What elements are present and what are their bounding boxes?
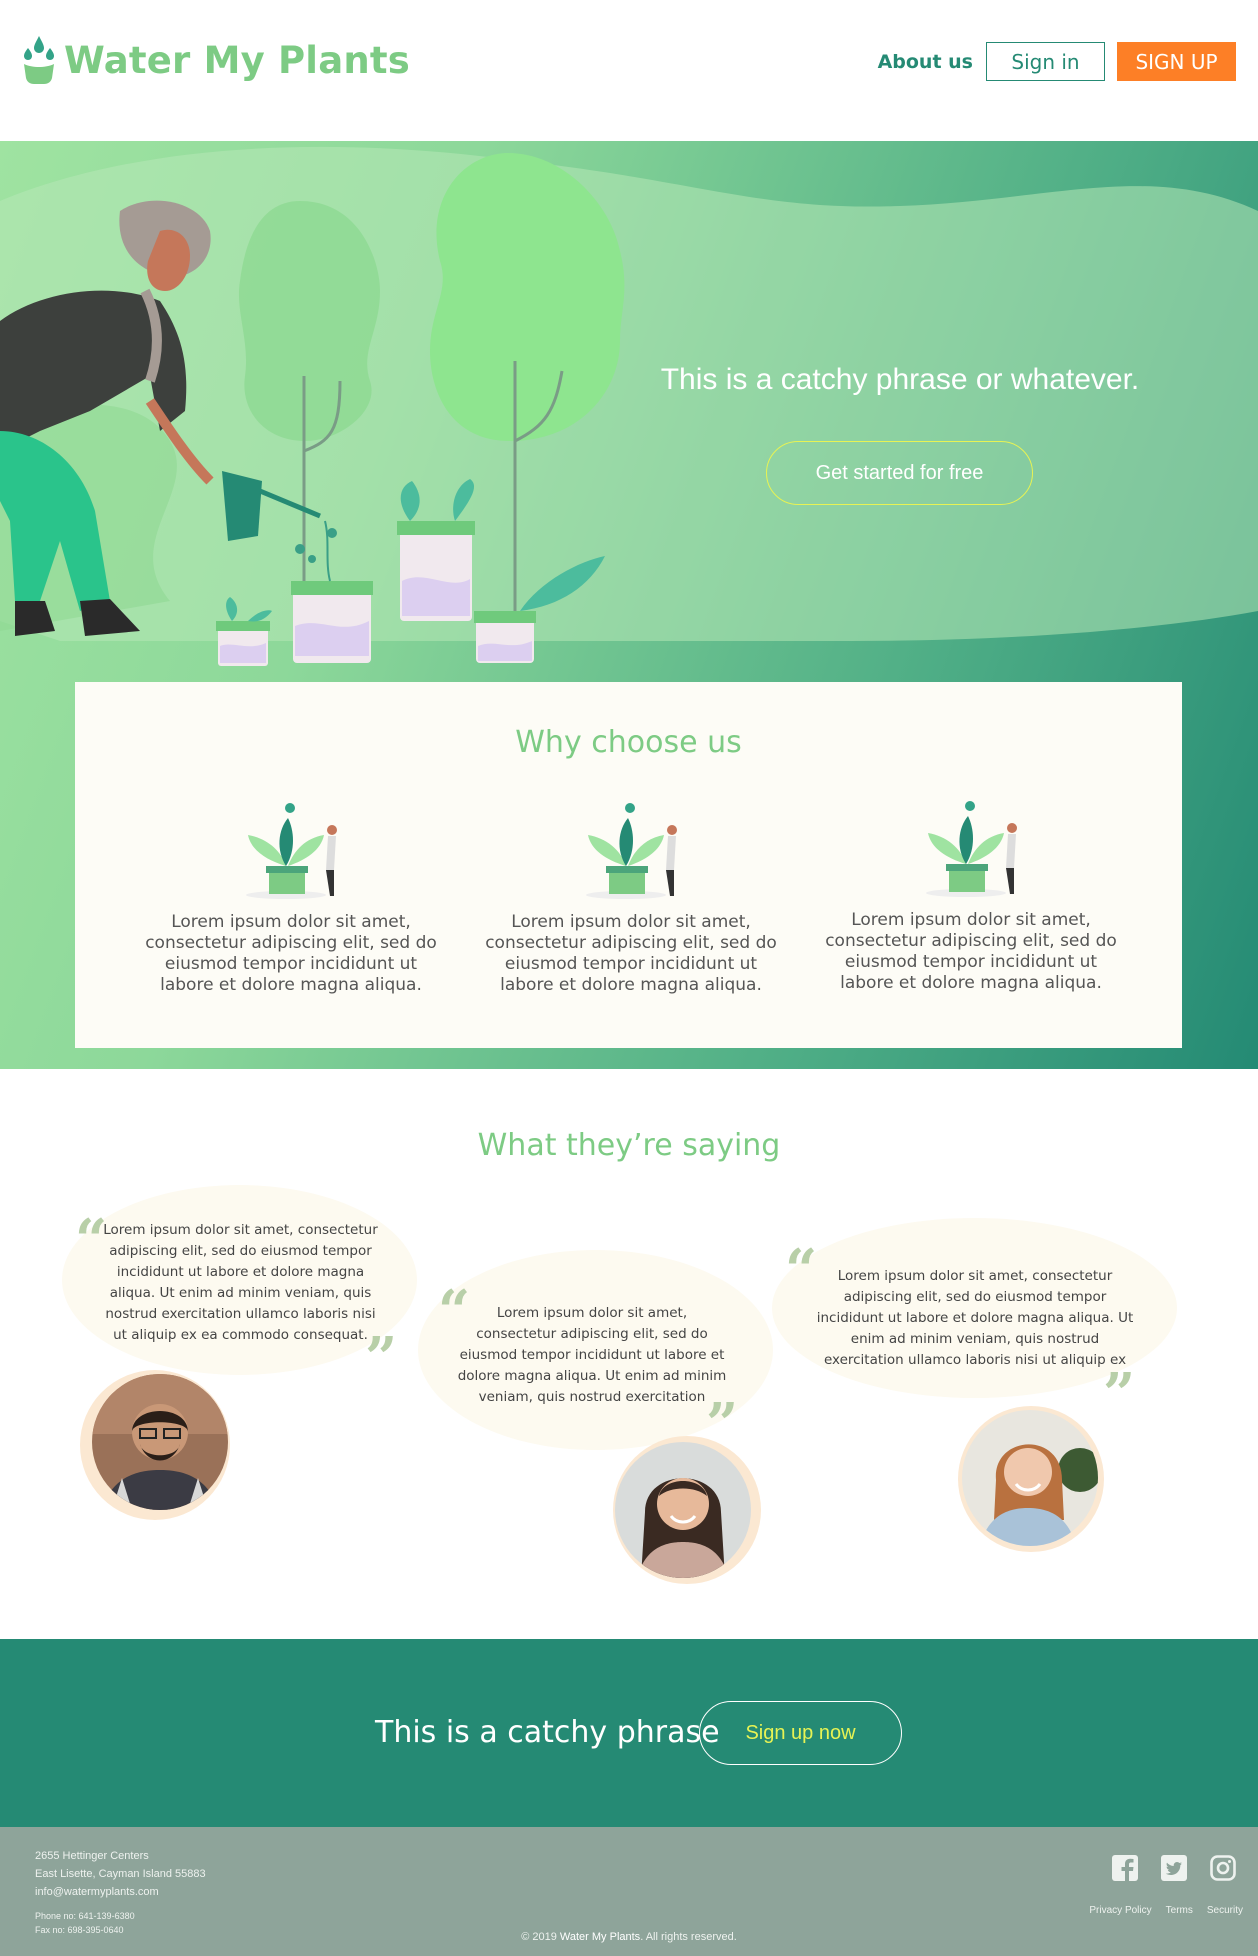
feature-text: Lorem ipsum dolor sit amet, consectetur … [825,910,1117,993]
copyright-brand: Water My Plants [559,1931,641,1943]
feature-card: Lorem ipsum dolor sit amet, consectetur … [481,800,781,996]
plant-illustration-icon [586,803,677,899]
instagram-icon[interactable] [1209,1854,1237,1882]
testimonial-text: Lorem ipsum dolor sit amet, consectetur … [457,1305,727,1405]
footer-links: Privacy Policy Terms Security [1075,1905,1243,1916]
plant-illustration-icon [926,801,1017,897]
facebook-icon[interactable] [1111,1854,1139,1882]
open-quote-icon: “ [785,1237,818,1303]
get-started-button[interactable]: Get started for free [766,441,1033,505]
copyright-suffix: . All rights reserved. [640,1931,737,1943]
close-quote-icon: ” [365,1325,398,1391]
brand-name: Water My Plants [64,38,411,82]
testimonials-title: What they’re saying [477,1128,781,1163]
copyright-prefix: © 2019 [521,1931,557,1943]
feature-card: Lorem ipsum dolor sit amet, consectetur … [141,800,441,996]
avatar-photo-woman [615,1442,751,1578]
phone-number: Phone no: 641-139-6380 [35,1911,135,1921]
why-choose-us-section: Why choose us Lorem ipsum dolor sit amet… [75,682,1182,1048]
sign-up-now-button[interactable]: Sign up now [699,1701,902,1765]
testimonial-text: Lorem ipsum dolor sit amet, consectetur … [103,1222,378,1343]
site-header: Water My Plants About us Sign in SIGN UP [0,0,1258,141]
avatar-photo-woman-smiling [962,1410,1098,1546]
site-footer: 2655 Hettinger Centers East Lisette, Cay… [0,1827,1258,1956]
why-title: Why choose us [515,725,742,760]
logo[interactable]: Water My Plants [22,34,410,86]
plant-drop-logo-icon [24,36,54,84]
sign-up-button[interactable]: SIGN UP [1117,42,1236,81]
email-link[interactable]: info@watermyplants.com [35,1886,159,1898]
feature-card: Lorem ipsum dolor sit amet, consectetur … [821,798,1121,994]
hero-title: This is a catchy phrase or whatever. [660,363,1140,396]
feature-text: Lorem ipsum dolor sit amet, consectetur … [145,912,437,995]
cta-band: This is a catchy phrase Sign up now [0,1639,1258,1827]
cta-phrase: This is a catchy phrase [375,1715,720,1750]
avatar [80,1370,230,1520]
security-link[interactable]: Security [1207,1905,1243,1916]
about-us-link[interactable]: About us [878,51,973,73]
address-line-1: 2655 Hettinger Centers [35,1850,149,1862]
close-quote-icon: ” [1103,1361,1136,1427]
avatar-photo-man [92,1374,228,1510]
testimonial-text: Lorem ipsum dolor sit amet, consectetur … [816,1268,1134,1368]
sign-in-button[interactable]: Sign in [986,42,1105,81]
copyright: © 2019 Water My Plants. All rights reser… [0,1931,1258,1943]
top-nav: About us Sign in SIGN UP [878,42,1236,81]
feature-text: Lorem ipsum dolor sit amet, consectetur … [485,912,777,995]
address-line-2: East Lisette, Cayman Island 55883 [35,1868,206,1880]
avatar [613,1436,761,1584]
avatar [958,1406,1104,1552]
privacy-policy-link[interactable]: Privacy Policy [1089,1905,1151,1916]
terms-link[interactable]: Terms [1166,1905,1193,1916]
twitter-icon[interactable] [1160,1854,1188,1882]
plant-illustration-icon [246,803,337,899]
